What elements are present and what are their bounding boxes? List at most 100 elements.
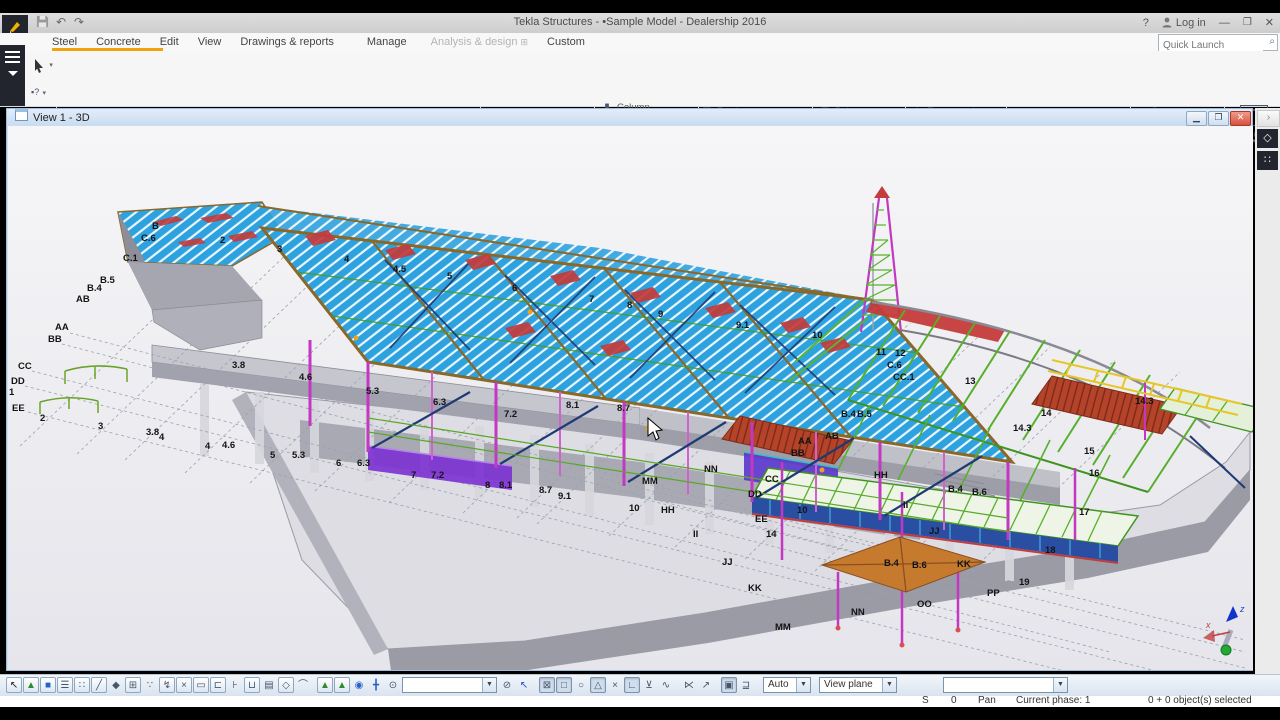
phase-combo-arrow[interactable]: ▼ <box>1053 678 1067 692</box>
select-objects-button[interactable]: ■ <box>40 677 56 693</box>
tab-view[interactable]: View <box>198 36 222 48</box>
undo-icon[interactable]: ↶ <box>56 15 66 29</box>
snap-reference-points-button[interactable]: ⊠ <box>539 677 555 693</box>
snap-intersection-button[interactable]: × <box>607 677 623 693</box>
work-plane-combo-arrow[interactable]: ▼ <box>882 678 896 692</box>
model-viewport[interactable]: BC.6C.1B.5B.4ABAABBCCDD1EE233.8444.655.3… <box>8 126 1253 670</box>
snap-bolt-button[interactable]: ⊦ <box>227 677 243 693</box>
snap-override-combo-arrow[interactable]: ▼ <box>482 678 496 692</box>
tab-concrete[interactable]: Concrete <box>96 36 141 48</box>
snap-toolbar: ↖▲■☰∷╱◆⊞∵↯×▭⊏⊦⊔▤◇⌒▲▲◉╋⊙▼⊘↖⊠□○△×∟⊻∿⋉↗▣⊒Au… <box>0 674 1280 697</box>
snap-center-button[interactable]: ○ <box>573 677 589 693</box>
smart-select-button[interactable]: ↖ <box>516 677 532 693</box>
ortho-toggle-button[interactable]: ▣ <box>721 677 737 693</box>
save-icon[interactable] <box>36 15 49 31</box>
grid-label: 18 <box>1045 545 1056 556</box>
snap-ortho-button[interactable]: ⊏ <box>210 677 226 693</box>
grid-label: AA <box>55 322 69 333</box>
tab-edit[interactable]: Edit <box>160 36 179 48</box>
arc-mode-button[interactable]: ⌒ <box>295 677 311 693</box>
tab-analysis-design[interactable]: Analysis & design⊞ <box>431 36 528 48</box>
no-snap-button[interactable]: ⊘ <box>499 677 515 693</box>
selection-filter-button[interactable]: ☰ <box>57 677 73 693</box>
view-minimize-button[interactable]: ▁ <box>1186 111 1207 126</box>
tab-custom[interactable]: Custom <box>547 36 585 48</box>
close-button[interactable]: ✕ <box>1265 16 1274 29</box>
grid-label: CC.1 <box>893 372 915 383</box>
view-window-titlebar[interactable]: View 1 - 3D <box>7 109 1252 126</box>
side-pane-expand-button[interactable]: › <box>1257 110 1280 127</box>
fly-mode-button[interactable]: ▲ <box>317 677 333 693</box>
walk-mode-button[interactable]: ▲ <box>334 677 350 693</box>
plane-toggle-button[interactable]: ⊒ <box>738 677 754 693</box>
fit-view-button[interactable]: ╋ <box>368 677 384 693</box>
select-arrow-tool[interactable]: ▾ <box>33 59 53 76</box>
center-view-button[interactable]: ◉ <box>351 677 367 693</box>
snap-override-combo[interactable]: ▼ <box>402 677 497 693</box>
grid-label: B.4 <box>841 409 857 420</box>
select-all-button[interactable]: ∷ <box>74 677 90 693</box>
surface-mode-button[interactable]: ▤ <box>261 677 277 693</box>
quick-launch-box[interactable]: ⌕ <box>1158 34 1278 51</box>
left-stair-tower[interactable] <box>118 202 284 350</box>
snap-free-button[interactable]: ▭ <box>193 677 209 693</box>
grid-label: 7.2 <box>504 409 517 420</box>
redo-icon[interactable]: ↷ <box>74 15 84 29</box>
components-catalog-button[interactable]: ∷ <box>1257 151 1278 170</box>
ribbon-tab-row: Steel Concrete Edit View Drawings & reports M… <box>0 33 1280 51</box>
snap-any-position-button[interactable]: ⋉ <box>681 677 697 693</box>
zoom-tool-button[interactable]: ⊙ <box>385 677 401 693</box>
model-3d-view[interactable]: BC.6C.1B.5B.4ABAABBCCDD1EE233.8444.655.3… <box>8 126 1253 670</box>
grid-label: CC <box>18 361 32 372</box>
phase-combo[interactable]: ▼ <box>943 677 1068 693</box>
inquire-dropdown[interactable]: ▾ <box>43 90 47 97</box>
grid-label: 8.7 <box>539 485 552 496</box>
snap-x-button[interactable]: × <box>176 677 192 693</box>
grid-label: AB <box>825 431 839 442</box>
grid-label: 10 <box>812 330 823 341</box>
snap-geometry-points-button[interactable]: □ <box>556 677 572 693</box>
snap-sketch-button[interactable]: ↯ <box>159 677 175 693</box>
select-cursor-button[interactable]: ↖ <box>6 677 22 693</box>
grid-label: AB <box>76 294 90 305</box>
tab-drawings-reports[interactable]: Drawings & reports <box>240 36 334 48</box>
view-restore-button[interactable]: ❐ <box>1208 111 1229 126</box>
site-railings[interactable] <box>40 366 127 414</box>
grid-label: B.4 <box>884 558 900 569</box>
grid-points-button[interactable]: ∵ <box>142 677 158 693</box>
snap-depth-combo[interactable]: Auto▼ <box>763 677 811 693</box>
work-plane-combo[interactable]: View plane▼ <box>819 677 897 693</box>
restore-button[interactable]: ❐ <box>1243 17 1252 28</box>
grid-label: 6.3 <box>433 397 446 408</box>
app-menu-button[interactable] <box>0 45 25 106</box>
snap-extension-button[interactable]: ↗ <box>698 677 714 693</box>
render-solid-button[interactable]: ◆ <box>108 677 124 693</box>
help-button[interactable]: ? <box>1143 17 1149 29</box>
inquire-tool[interactable]: ▪? ▾ <box>31 84 46 98</box>
shade-mode-button[interactable]: ◇ <box>278 677 294 693</box>
grid-label: 14.3 <box>1013 423 1032 434</box>
snap-line-extension-button[interactable]: ⊻ <box>641 677 657 693</box>
snap-midpoint-button[interactable]: △ <box>590 677 606 693</box>
tab-steel[interactable]: Steel <box>52 36 77 48</box>
select-components-button[interactable]: ▲ <box>23 677 39 693</box>
select-arrow-dropdown[interactable]: ▾ <box>49 62 53 69</box>
grid-label: 8 <box>485 480 490 491</box>
grid-label: OO <box>917 599 932 610</box>
grid-label: 6 <box>336 458 341 469</box>
snap-nearest-button[interactable]: ∿ <box>658 677 674 693</box>
snap-depth-combo-arrow[interactable]: ▼ <box>796 678 810 692</box>
grid-label: 4 <box>205 441 211 452</box>
grid-label: 7.2 <box>431 470 444 481</box>
view-close-button[interactable]: ✕ <box>1230 111 1251 126</box>
minimize-button[interactable]: — <box>1219 17 1230 29</box>
reference-models-button[interactable]: ◇ <box>1257 129 1278 148</box>
grid-label: 14 <box>766 529 777 540</box>
login-button[interactable]: Log in <box>1162 17 1206 29</box>
bracket-open-button[interactable]: ⊔ <box>244 677 260 693</box>
grid-label: B.5 <box>857 409 873 420</box>
grid-toggle-button[interactable]: ⊞ <box>125 677 141 693</box>
create-line-button[interactable]: ╱ <box>91 677 107 693</box>
tab-manage[interactable]: Manage <box>367 36 407 48</box>
snap-perpendicular-button[interactable]: ∟ <box>624 677 640 693</box>
